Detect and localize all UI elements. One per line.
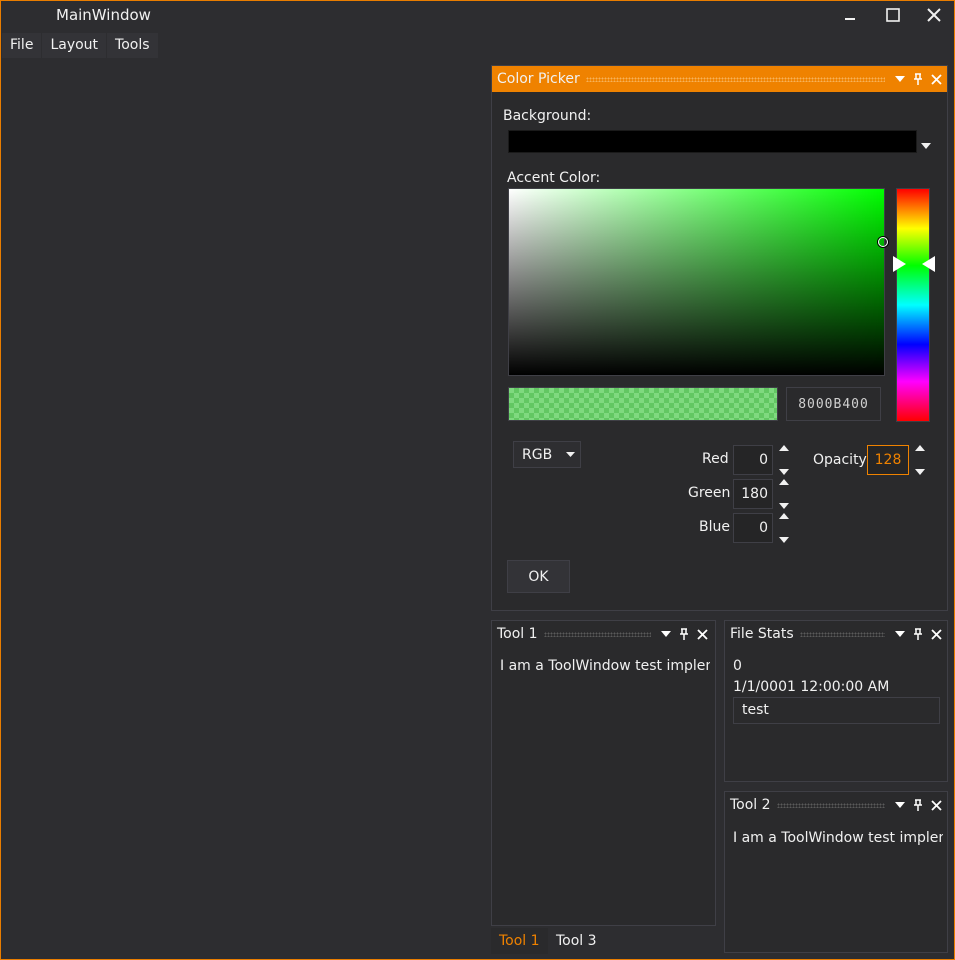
menu-layout[interactable]: Layout (42, 33, 107, 58)
blue-label: Blue (699, 519, 730, 535)
dropdown-arrow-icon (661, 631, 671, 637)
hue-arrows-icon (893, 256, 935, 272)
drag-grip[interactable] (585, 76, 885, 82)
maximize-icon (886, 8, 900, 22)
arrow-up-icon[interactable] (779, 445, 789, 451)
close-icon (930, 73, 942, 85)
panel-menu-button[interactable] (891, 70, 909, 88)
color-mode-select[interactable]: RGB (513, 441, 581, 468)
tool2-content: I am a ToolWindow test implem (733, 830, 943, 846)
panel-menu-button[interactable] (657, 625, 675, 643)
hue-slider[interactable] (896, 188, 930, 422)
green-label: Green (688, 485, 731, 501)
tool1-title: Tool 1 (497, 626, 538, 642)
panel-close-button[interactable] (927, 70, 945, 88)
opacity-input[interactable]: 128 (867, 445, 909, 475)
background-combo-arrow[interactable] (921, 137, 931, 153)
color-mode-value: RGB (522, 446, 553, 463)
color-picker-header[interactable]: Color Picker (492, 66, 947, 92)
chevron-down-icon (566, 452, 576, 457)
arrow-up-icon[interactable] (779, 479, 789, 485)
blue-input[interactable]: 0 (733, 513, 773, 543)
file-date: 1/1/0001 12:00:00 AM (733, 679, 890, 695)
arrow-down-icon[interactable] (915, 469, 925, 475)
menu-file[interactable]: File (2, 33, 42, 58)
panel-close-button[interactable] (927, 625, 945, 643)
ok-button[interactable]: OK (507, 560, 570, 593)
chevron-down-icon (921, 143, 931, 149)
pin-icon (914, 73, 922, 85)
close-icon (930, 799, 942, 811)
file-stats-header[interactable]: File Stats (725, 621, 947, 647)
dropdown-arrow-icon (895, 631, 905, 637)
hex-value-field[interactable]: 8000B400 (786, 387, 881, 421)
arrow-down-icon[interactable] (779, 537, 789, 543)
tab-tool3[interactable]: Tool 3 (548, 928, 605, 954)
drag-grip[interactable] (799, 631, 885, 637)
panel-menu-button[interactable] (891, 625, 909, 643)
close-icon (696, 628, 708, 640)
red-spinner[interactable] (777, 445, 791, 475)
color-selector-handle[interactable] (878, 237, 888, 247)
arrow-up-icon[interactable] (779, 513, 789, 519)
arrow-down-icon[interactable] (779, 503, 789, 509)
tool2-title: Tool 2 (730, 797, 771, 813)
drag-grip[interactable] (543, 631, 651, 637)
green-spinner[interactable] (777, 479, 791, 509)
arrow-down-icon[interactable] (779, 469, 789, 475)
dropdown-arrow-icon (895, 76, 905, 82)
accent-color-label: Accent Color: (507, 170, 601, 186)
file-stats-panel: File Stats 0 1/1/0001 12:00:00 AM test (724, 620, 948, 782)
pin-button[interactable] (909, 796, 927, 814)
minimize-icon (845, 18, 855, 20)
arrow-up-icon[interactable] (915, 445, 925, 451)
close-icon (927, 8, 941, 22)
file-count: 0 (733, 658, 742, 674)
tool1-content: I am a ToolWindow test implem (500, 658, 710, 674)
pin-icon (680, 628, 688, 640)
close-icon (930, 628, 942, 640)
tool2-header[interactable]: Tool 2 (725, 792, 947, 818)
color-picker-panel: Color Picker Background: Accent Color: 8… (491, 65, 948, 611)
saturation-value-field[interactable] (508, 188, 885, 376)
red-label: Red (702, 451, 729, 467)
menu-bar: File Layout Tools (2, 33, 159, 58)
panel-close-button[interactable] (693, 625, 711, 643)
minimize-button[interactable] (830, 2, 870, 28)
close-button[interactable] (914, 2, 954, 28)
color-picker-title: Color Picker (497, 71, 580, 87)
panel-menu-button[interactable] (891, 796, 909, 814)
background-label: Background: (503, 108, 592, 124)
tool1-header[interactable]: Tool 1 (492, 621, 715, 647)
color-preview (508, 387, 778, 421)
blue-spinner[interactable] (777, 513, 791, 543)
hue-slider-handle[interactable] (892, 255, 936, 277)
pin-button[interactable] (909, 70, 927, 88)
tab-tool1[interactable]: Tool 1 (491, 928, 548, 954)
dropdown-arrow-icon (895, 802, 905, 808)
panel-close-button[interactable] (927, 796, 945, 814)
red-input[interactable]: 0 (733, 445, 773, 475)
green-input[interactable]: 180 (733, 479, 773, 509)
file-stats-title: File Stats (730, 626, 794, 642)
pin-button[interactable] (675, 625, 693, 643)
pin-icon (914, 628, 922, 640)
file-stats-input[interactable]: test (733, 697, 940, 724)
pin-icon (914, 799, 922, 811)
window-title: MainWindow (56, 6, 151, 24)
opacity-label: Opacity (813, 452, 867, 468)
background-combo[interactable] (508, 130, 917, 153)
maximize-button[interactable] (873, 2, 913, 28)
pin-button[interactable] (909, 625, 927, 643)
tool2-panel: Tool 2 I am a ToolWindow test implem (724, 791, 948, 953)
menu-tools[interactable]: Tools (107, 33, 158, 58)
opacity-spinner[interactable] (913, 445, 927, 475)
tool1-panel: Tool 1 I am a ToolWindow test implem (491, 620, 716, 926)
drag-grip[interactable] (776, 802, 885, 808)
